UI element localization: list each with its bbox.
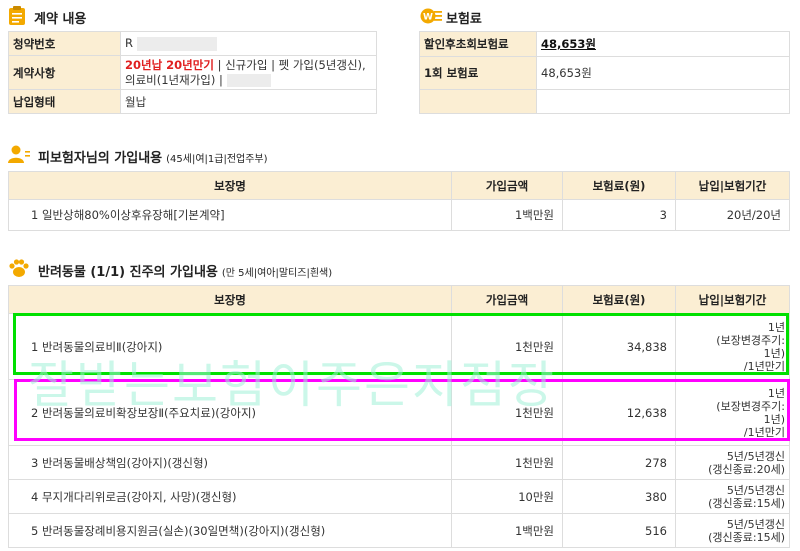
coverage-premium: 278 (562, 445, 676, 480)
insured-title: 피보험자님의 가입내용 (45세|여|1급|전업주부) (38, 147, 268, 166)
coverage-name: 1 일반상해80%이상후유장해[기본계약] (8, 199, 452, 231)
period-line: (갱신종료:15세) (708, 496, 785, 510)
coverage-amount: 1백만원 (451, 199, 563, 231)
premium-row (419, 89, 790, 114)
insured-subtitle: (45세|여|1급|전업주부) (166, 154, 268, 165)
col-header-period: 납입|보험기간 (675, 171, 790, 200)
period-line: 5년/5년갱신 (726, 449, 785, 463)
insured-title-text: 피보험자님의 가입내용 (38, 151, 163, 166)
premium-key: 1회 보험료 (419, 56, 537, 90)
table-row: 3 반려동물배상책임(강아지)(갱신형) 1천만원 278 5년/5년갱신 (갱… (8, 445, 790, 480)
insured-table: 보장명 가입금액 보험료(원) 납입|보험기간 1 일반상해80%이상후유장해[… (8, 171, 790, 231)
table-row: 5 반려동물장례비용지원금(실손)(30일면책)(강아지)(갱신형) 1백만원 … (8, 513, 790, 548)
contract-row: 청약번호 R (8, 31, 377, 56)
payment-term: 20년납 20년만기 (125, 57, 214, 72)
col-header-amount: 가입금액 (451, 285, 563, 314)
premium-table: 할인후초회보험료 48,653원 1회 보험료 48,653원 (419, 31, 790, 114)
coverage-amount: 10만원 (451, 479, 563, 514)
payment-type: 월납 (120, 89, 377, 114)
coverage-amount: 1천만원 (451, 445, 563, 480)
premium-row: 할인후초회보험료 48,653원 (419, 31, 790, 57)
col-header-premium: 보험료(원) (562, 171, 676, 200)
coverage-period: 20년/20년 (675, 199, 790, 231)
monthly-premium: 48,653원 (536, 56, 790, 90)
coverage-premium: 516 (562, 513, 676, 548)
table-header-row: 보장명 가입금액 보험료(원) 납입|보험기간 (8, 171, 790, 200)
person-icon (8, 145, 30, 163)
highlight-box-pink (14, 379, 790, 441)
pet-title: 반려동물 (1/1) 진주의 가입내용 (만 5세|여아|말티즈|흰색) (38, 261, 332, 280)
paw-icon (8, 258, 30, 278)
clipboard-icon (8, 6, 26, 26)
period-line: (갱신종료:20세) (708, 462, 785, 476)
masked-text (226, 73, 271, 87)
won-icon: W (420, 8, 442, 24)
col-header-period: 납입|보험기간 (675, 285, 790, 314)
contract-table: 청약번호 R 계약사항 20년납 20년만기 | 신규가입 | 펫 가입(5년갱… (8, 31, 377, 114)
premium-empty (419, 89, 537, 114)
col-header-name: 보장명 (8, 171, 452, 200)
contract-number: R (120, 31, 377, 56)
coverage-period: 5년/5년갱신 (갱신종료:15세) (675, 513, 790, 548)
pet-subtitle: (만 5세|여아|말티즈|흰색) (221, 268, 333, 279)
period-line: (갱신종료:15세) (708, 530, 785, 544)
coverage-premium: 3 (562, 199, 676, 231)
contract-key: 계약사항 (8, 55, 121, 90)
premium-key: 할인후초회보험료 (419, 31, 537, 57)
contract-terms: 20년납 20년만기 | 신규가입 | 펫 가입(5년갱신),의료비(1년재가입… (120, 55, 377, 90)
table-header-row: 보장명 가입금액 보험료(원) 납입|보험기간 (8, 285, 790, 314)
col-header-amount: 가입금액 (451, 171, 563, 200)
coverage-premium: 380 (562, 479, 676, 514)
contract-key: 납입형태 (8, 89, 121, 114)
contract-key: 청약번호 (8, 31, 121, 56)
period-line: 5년/5년갱신 (726, 517, 785, 531)
masked-text (136, 36, 217, 51)
discounted-premium: 48,653원 (536, 31, 790, 57)
contract-row: 계약사항 20년납 20년만기 | 신규가입 | 펫 가입(5년갱신),의료비(… (8, 55, 377, 90)
premium-empty (536, 89, 790, 114)
premium-row: 1회 보험료 48,653원 (419, 56, 790, 90)
coverage-name: 3 반려동물배상책임(강아지)(갱신형) (8, 445, 452, 480)
coverage-period: 5년/5년갱신 (갱신종료:20세) (675, 445, 790, 480)
pet-title-text: 반려동물 (1/1) 진주의 가입내용 (38, 265, 218, 280)
period-line: 5년/5년갱신 (726, 483, 785, 497)
coverage-period: 5년/5년갱신 (갱신종료:15세) (675, 479, 790, 514)
coverage-name: 4 무지개다리위로금(강아지, 사망)(갱신형) (8, 479, 452, 514)
contract-number-value: R (125, 36, 133, 51)
highlight-box-green (13, 313, 789, 375)
coverage-amount: 1백만원 (451, 513, 563, 548)
table-row: 4 무지개다리위로금(강아지, 사망)(갱신형) 10만원 380 5년/5년갱… (8, 479, 790, 514)
table-row: 1 일반상해80%이상후유장해[기본계약] 1백만원 3 20년/20년 (8, 199, 790, 231)
contract-title: 계약 내용 (34, 12, 87, 27)
col-header-name: 보장명 (8, 285, 452, 314)
coverage-name: 5 반려동물장례비용지원금(실손)(30일면책)(강아지)(갱신형) (8, 513, 452, 548)
contract-row: 납입형태 월납 (8, 89, 377, 114)
svg-text:W: W (423, 13, 433, 23)
col-header-premium: 보험료(원) (562, 285, 676, 314)
premium-title: 보험료 (446, 12, 482, 27)
